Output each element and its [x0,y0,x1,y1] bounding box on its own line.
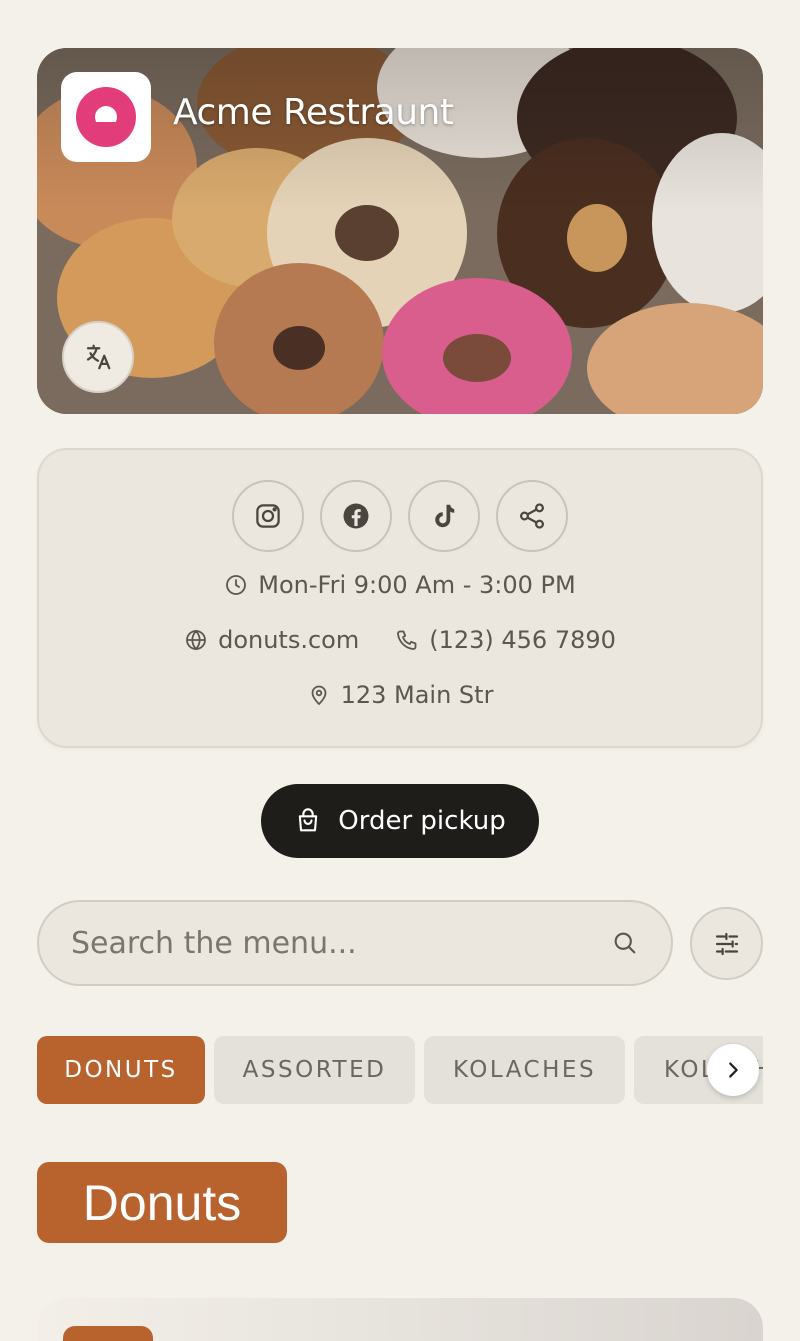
contact-row: donuts.com (123) 456 7890 [39,626,761,654]
hero-banner: Acme Restraunt [37,48,763,414]
address-link[interactable]: 123 Main Str [39,681,761,709]
address-text: 123 Main Str [340,681,494,709]
shopping-bag-icon [299,808,318,832]
chevron-right-icon [729,1062,738,1078]
share-icon [519,503,545,529]
category-tabs: DONUTS ASSORTED KOLACHES KOLACHES [37,1036,763,1106]
clock-icon [226,575,247,595]
tab-kolaches[interactable]: KOLACHES [424,1036,625,1104]
opening-hours: Mon-Fri 9:00 Am - 3:00 PM [39,571,761,599]
order-pickup-label: Order pickup [338,806,506,836]
website-link[interactable]: donuts.com [184,626,359,654]
map-pin-icon [311,685,326,706]
facebook-button[interactable] [320,480,392,552]
phone-icon [397,630,417,650]
social-links [39,480,761,552]
facebook-icon [343,503,369,529]
menu-search-field[interactable]: Search the menu... [37,900,673,986]
tab-donuts[interactable]: DONUTS [37,1036,205,1104]
restaurant-logo [61,72,151,162]
tiktok-icon [435,504,455,528]
order-pickup-button[interactable]: Order pickup [261,784,539,858]
filter-button[interactable] [690,907,763,980]
phone-text: (123) 456 7890 [429,626,616,654]
restaurant-name: Acme Restraunt [173,92,454,133]
item-badge [63,1326,153,1341]
tiktok-button[interactable] [408,480,480,552]
globe-icon [186,629,206,651]
phone-link[interactable]: (123) 456 7890 [395,626,616,654]
search-placeholder: Search the menu... [71,925,357,961]
website-text: donuts.com [218,626,360,654]
hours-text: Mon-Fri 9:00 Am - 3:00 PM [258,571,576,599]
tab-assorted[interactable]: ASSORTED [214,1036,415,1104]
menu-item-card[interactable] [37,1298,763,1341]
translate-icon [86,344,111,370]
translate-button[interactable] [62,321,134,393]
sliders-icon [715,932,738,955]
search-icon[interactable] [611,929,639,957]
share-button[interactable] [496,480,568,552]
instagram-icon [256,504,280,528]
donut-logo-icon [76,87,136,147]
instagram-button[interactable] [232,480,304,552]
section-title: Donuts [37,1162,287,1243]
tabs-scroll-next-button[interactable] [707,1044,759,1096]
restaurant-info-card: Mon-Fri 9:00 Am - 3:00 PM donuts.com (12… [37,448,763,748]
